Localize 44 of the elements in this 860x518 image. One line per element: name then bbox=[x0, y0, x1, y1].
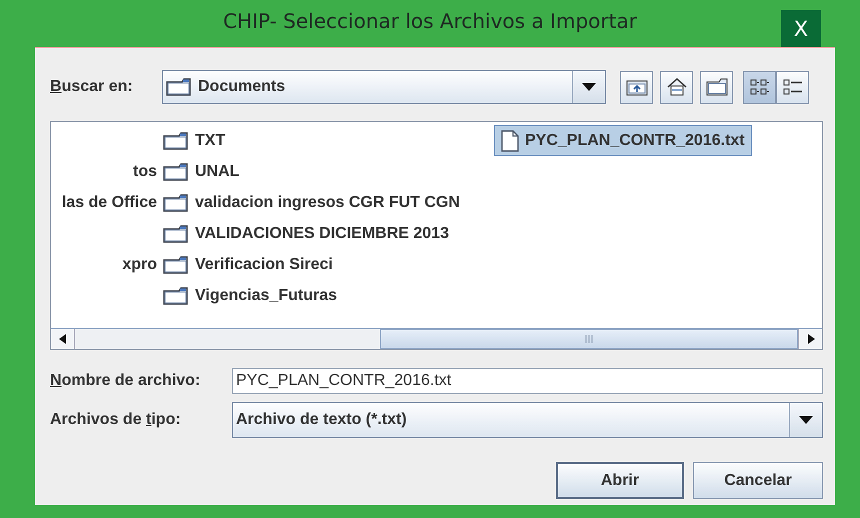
up-folder-button[interactable] bbox=[620, 70, 653, 104]
folder-icon bbox=[163, 286, 189, 304]
horizontal-scrollbar[interactable] bbox=[51, 328, 822, 349]
folder-icon bbox=[163, 256, 189, 274]
folder-item[interactable]: validacion ingresos CGR FUT CGN bbox=[161, 187, 494, 218]
home-button[interactable] bbox=[660, 70, 693, 104]
folder-name[interactable]: las de Office bbox=[60, 187, 159, 218]
details-view-button[interactable] bbox=[776, 70, 809, 104]
open-button[interactable]: Abrir bbox=[556, 462, 684, 499]
folder-name[interactable]: tos bbox=[131, 156, 159, 187]
folder-icon bbox=[166, 78, 192, 96]
window-title: CHIP- Seleccionar los Archivos a Importar bbox=[223, 8, 637, 32]
file-name-label: Nombre de archivo: bbox=[50, 372, 202, 390]
folder-item[interactable]: Vigencias_Futuras bbox=[161, 280, 494, 311]
folder-item[interactable]: UNAL bbox=[161, 156, 494, 187]
new-folder-button[interactable] bbox=[700, 70, 733, 104]
folder-icon bbox=[163, 194, 189, 212]
scroll-right-icon[interactable] bbox=[798, 329, 822, 349]
up-folder-icon bbox=[626, 78, 648, 96]
cancel-button[interactable]: Cancelar bbox=[693, 462, 823, 499]
folder-item[interactable]: VALIDACIONES DICIEMBRE 2013 bbox=[161, 218, 494, 249]
look-in-dropdown[interactable]: Documents bbox=[162, 70, 606, 104]
file-type-dropdown[interactable]: Archivo de texto (*.txt) bbox=[232, 402, 823, 438]
folder-name[interactable]: xpro bbox=[120, 249, 159, 280]
file-item[interactable]: PYC_PLAN_CONTR_2016.txt bbox=[494, 125, 752, 156]
folder-item[interactable]: TXT bbox=[161, 125, 494, 156]
folder-icon bbox=[706, 78, 728, 96]
folder-icon bbox=[163, 162, 189, 180]
list-view-button[interactable] bbox=[743, 70, 776, 104]
folder-icon bbox=[163, 224, 189, 242]
scroll-thumb[interactable] bbox=[380, 329, 798, 349]
details-view-icon bbox=[782, 77, 804, 97]
home-icon bbox=[666, 77, 688, 97]
caret-icon bbox=[799, 416, 813, 424]
look-in-label: Buscar en: bbox=[50, 78, 134, 96]
caret-icon bbox=[582, 83, 596, 91]
folder-icon bbox=[163, 132, 189, 150]
scroll-left-icon[interactable] bbox=[51, 329, 75, 349]
file-icon bbox=[501, 130, 519, 152]
list-view-icon bbox=[748, 77, 770, 97]
file-type-label: Archivos de tipo: bbox=[50, 411, 182, 429]
file-name-field[interactable]: PYC_PLAN_CONTR_2016.txt bbox=[232, 368, 823, 394]
folder-item[interactable]: Verificacion Sireci bbox=[161, 249, 494, 280]
close-button[interactable]: X bbox=[781, 10, 821, 47]
